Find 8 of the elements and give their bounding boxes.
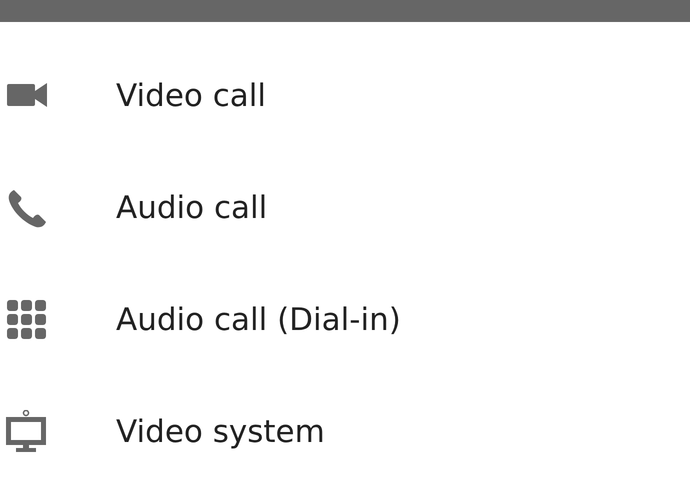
option-row[interactable]: Video call: [0, 40, 690, 152]
option-label: Audio call: [116, 188, 268, 228]
option-row[interactable]: Audio call (Dial-in): [0, 264, 690, 376]
option-label: Video call: [116, 76, 266, 116]
option-row[interactable]: Video system: [0, 376, 690, 488]
option-label: Video system: [116, 412, 325, 452]
option-label: Audio call (Dial-in): [116, 300, 401, 340]
option-row[interactable]: Audio call: [0, 152, 690, 264]
